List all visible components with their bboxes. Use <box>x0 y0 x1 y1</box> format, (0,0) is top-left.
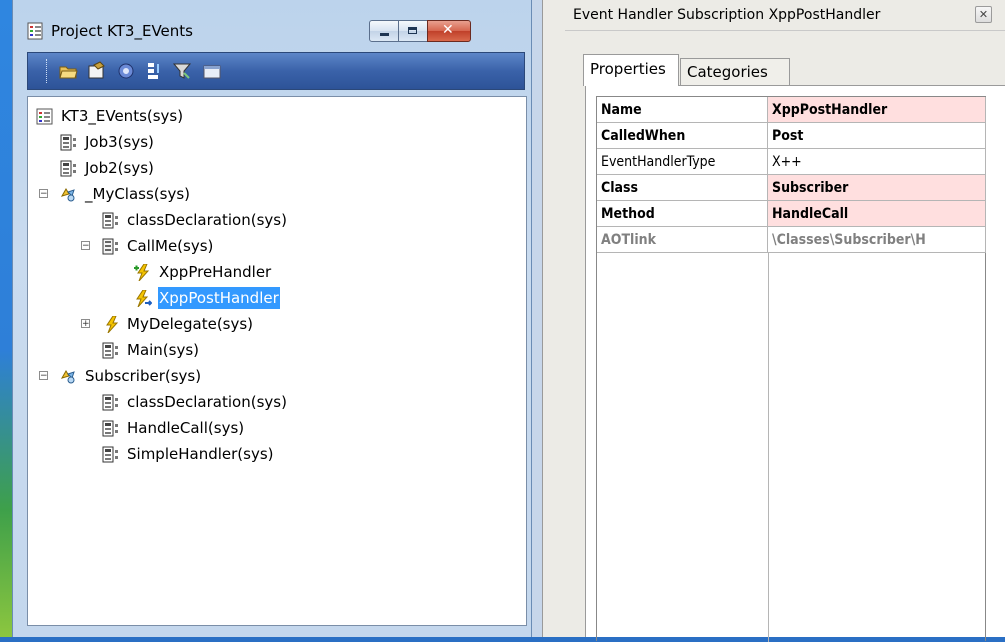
property-value[interactable]: X++ <box>768 149 986 175</box>
collapse-toggle[interactable]: − <box>39 371 48 381</box>
property-row[interactable]: EventHandlerType X++ <box>597 149 986 175</box>
property-value[interactable]: XppPostHandler <box>768 97 986 123</box>
tree-node-label: XppPostHandler <box>158 287 280 309</box>
delegate-lightning-icon <box>106 316 119 333</box>
compile-icon[interactable] <box>116 61 136 81</box>
property-row[interactable]: CalledWhen Post <box>597 123 986 149</box>
project-window-title: Project KT3_EVents <box>51 22 193 40</box>
tab-categories[interactable]: Categories <box>680 58 790 86</box>
project-icon <box>36 108 53 125</box>
tree-node-label: HandleCall(sys) <box>127 419 245 437</box>
pre-handler-lightning-icon <box>134 264 150 281</box>
property-name: Name <box>597 97 768 123</box>
close-icon[interactable]: ✕ <box>975 6 992 23</box>
properties-panel: Name XppPostHandler CalledWhen Post Even… <box>585 85 1005 642</box>
tree-node-label: KT3_EVents(sys) <box>61 107 184 125</box>
tree-node-label: Main(sys) <box>127 341 200 359</box>
property-name: Class <box>597 175 768 201</box>
toolbar-grip[interactable] <box>46 59 49 83</box>
class-icon <box>60 370 75 384</box>
property-name: CalledWhen <box>597 123 768 149</box>
project-icon <box>27 22 43 40</box>
property-window-title: Event Handler Subscription XppPostHandle… <box>573 7 881 23</box>
project-window: Project KT3_EVents KT3_EVents(sys) Job3(… <box>12 0 532 637</box>
method-icon <box>102 420 118 437</box>
method-icon <box>102 394 118 411</box>
tab-properties[interactable]: Properties <box>583 54 679 86</box>
collapse-toggle[interactable]: − <box>39 189 48 199</box>
calendar-icon[interactable] <box>202 61 222 81</box>
method-icon <box>102 342 118 359</box>
property-value[interactable]: Subscriber <box>768 175 986 201</box>
tree-node-label: SimpleHandler(sys) <box>127 445 274 463</box>
property-grid: Name XppPostHandler CalledWhen Post Even… <box>596 96 986 642</box>
tree-node-label: Job2(sys) <box>85 159 154 177</box>
property-row[interactable]: Method HandleCall <box>597 201 986 227</box>
job-icon <box>60 160 76 177</box>
tree-node-label: MyDelegate(sys) <box>127 315 254 333</box>
tree-node-label: classDeclaration(sys) <box>127 211 287 229</box>
property-name: EventHandlerType <box>597 149 768 175</box>
property-name: Method <box>597 201 768 227</box>
properties-icon[interactable] <box>86 61 106 81</box>
tree-node-label: classDeclaration(sys) <box>127 393 287 411</box>
job-icon <box>60 134 76 151</box>
tree-node-label: _MyClass(sys) <box>85 185 190 203</box>
window-gap <box>532 0 542 637</box>
project-toolbar <box>27 52 525 90</box>
property-value[interactable]: \Classes\Subscriber\H <box>768 227 986 253</box>
divider <box>565 30 1005 31</box>
tree-node-label: Subscriber(sys) <box>85 367 202 385</box>
tree-node-label: CallMe(sys) <box>127 237 214 255</box>
class-icon <box>60 188 75 202</box>
method-icon <box>102 212 118 229</box>
property-row[interactable]: Name XppPostHandler <box>597 97 986 123</box>
method-icon <box>102 238 118 255</box>
property-window: Event Handler Subscription XppPostHandle… <box>542 0 1005 642</box>
tree-node-label: Job3(sys) <box>85 133 154 151</box>
tree-node-label: XppPreHandler <box>159 263 272 281</box>
collapse-toggle[interactable]: − <box>81 241 90 251</box>
import-icon[interactable] <box>144 61 164 81</box>
maximize-button[interactable] <box>398 20 428 42</box>
property-value[interactable]: HandleCall <box>768 201 986 227</box>
column-divider[interactable] <box>768 253 769 642</box>
project-tree[interactable]: KT3_EVents(sys) Job3(sys) Job2(sys) − _M… <box>27 96 527 626</box>
post-handler-lightning-icon <box>136 290 152 307</box>
property-row[interactable]: Class Subscriber <box>597 175 986 201</box>
minimize-button[interactable] <box>369 20 399 42</box>
property-row[interactable]: AOTlink \Classes\Subscriber\H <box>597 227 986 253</box>
open-folder-icon[interactable] <box>58 61 78 81</box>
property-value[interactable]: Post <box>768 123 986 149</box>
expand-toggle[interactable]: + <box>81 319 90 329</box>
property-name: AOTlink <box>597 227 768 253</box>
method-icon <box>102 446 118 463</box>
close-button[interactable] <box>427 20 471 42</box>
filter-icon[interactable] <box>172 61 192 81</box>
